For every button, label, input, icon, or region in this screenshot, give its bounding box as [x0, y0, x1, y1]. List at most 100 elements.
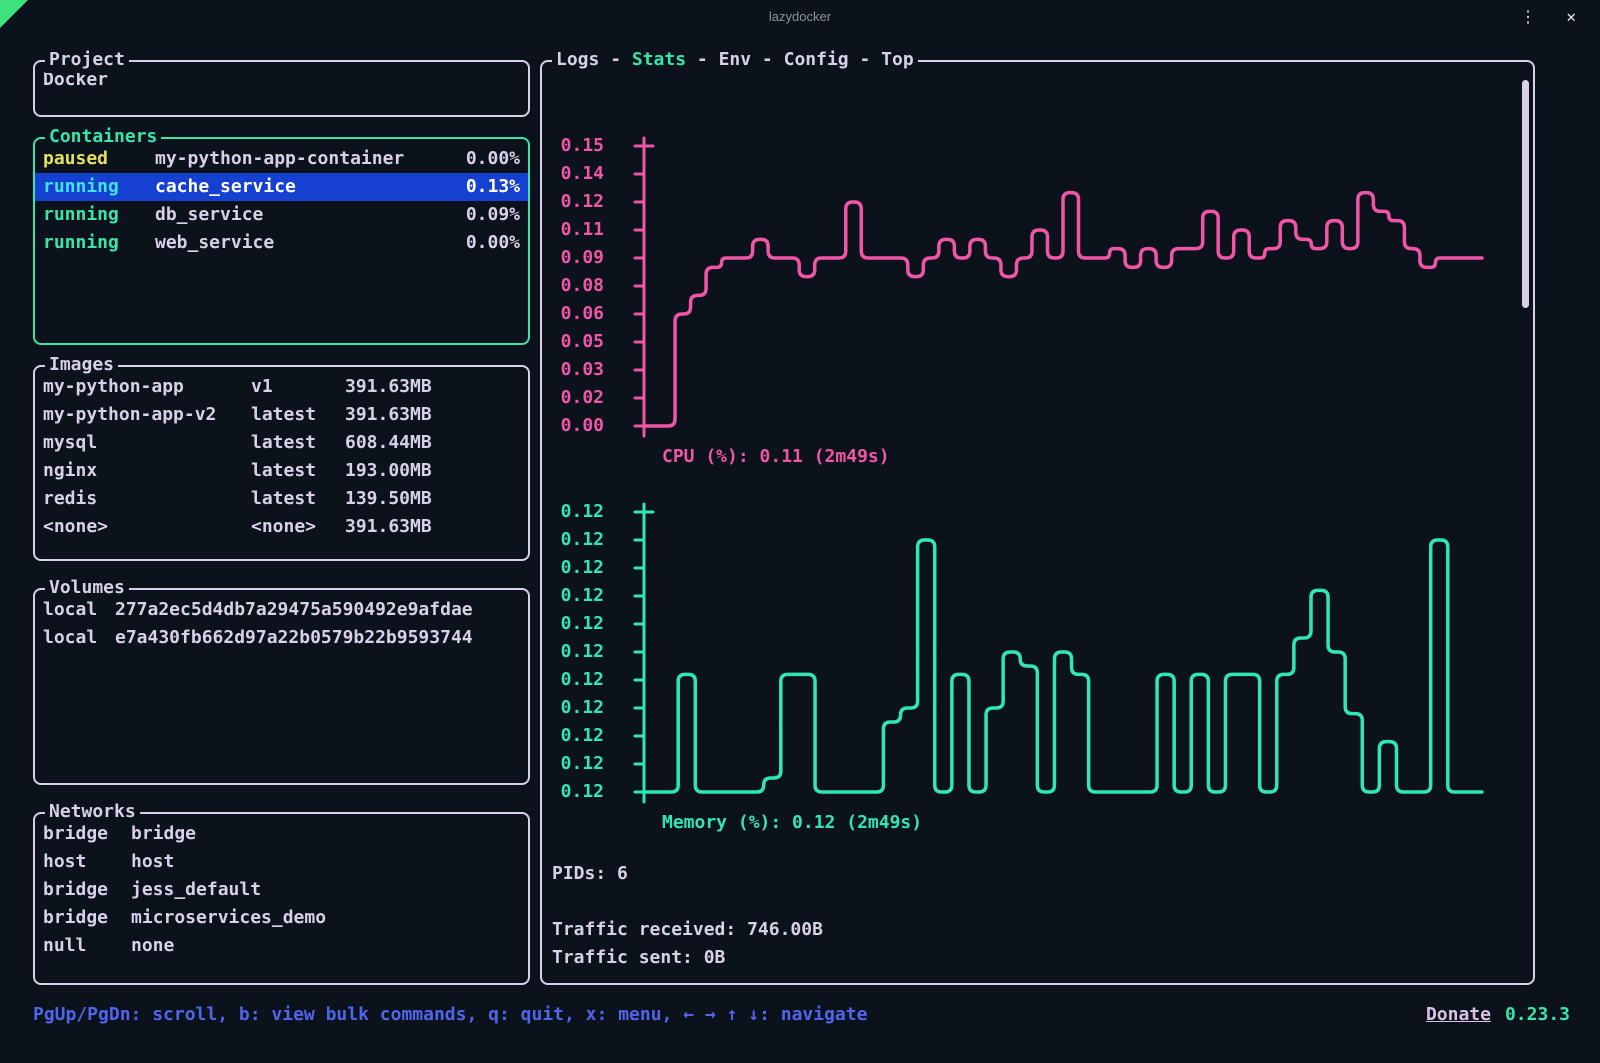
tab: Logs	[556, 47, 599, 73]
close-icon[interactable]: ✕	[1566, 0, 1576, 33]
y-axis-tick-label: 0.12	[561, 554, 604, 582]
tab-separator: -	[751, 47, 784, 73]
container-status: running	[43, 173, 155, 201]
y-axis-tick-label: 0.12	[561, 750, 604, 778]
networks-panel-title: Networks	[45, 799, 140, 825]
y-axis-tick-label: 0.06	[561, 300, 604, 328]
y-axis-tick-label: 0.12	[561, 778, 604, 806]
image-name: redis	[43, 485, 251, 513]
titlebar: lazydocker ⋮ ✕	[0, 0, 1600, 33]
container-status: running	[43, 229, 155, 257]
network-name: host	[131, 848, 520, 876]
tab-label[interactable]: Config	[784, 47, 849, 73]
y-axis-tick-label: 0.09	[561, 244, 604, 272]
tab-label[interactable]: Env	[719, 47, 752, 73]
image-name: mysql	[43, 429, 251, 457]
y-axis-tick-label: 0.03	[561, 356, 604, 384]
image-row[interactable]: redis latest 139.50MB	[35, 485, 528, 513]
tab-label[interactable]: Stats	[632, 47, 686, 73]
volumes-panel-title: Volumes	[45, 575, 129, 601]
containers-panel: Containers paused my-python-app-containe…	[33, 137, 530, 345]
image-size: 391.63MB	[345, 513, 432, 541]
tab-label[interactable]: Top	[881, 47, 914, 73]
container-name: web_service	[155, 229, 466, 257]
images-panel-title: Images	[45, 352, 118, 378]
project-panel: Project Docker	[33, 60, 530, 117]
kebab-menu-icon[interactable]: ⋮	[1520, 0, 1536, 33]
project-panel-title: Project	[45, 47, 129, 73]
y-axis-tick-label: 0.12	[561, 694, 604, 722]
tab: - Env	[686, 47, 751, 73]
image-size: 391.63MB	[345, 401, 432, 429]
image-size: 139.50MB	[345, 485, 432, 513]
y-axis-tick-label: 0.12	[561, 638, 604, 666]
y-axis-tick-label: 0.12	[561, 666, 604, 694]
image-row[interactable]: my-python-app-v2 latest 391.63MB	[35, 401, 528, 429]
network-driver: bridge	[43, 904, 131, 932]
image-tag: latest	[251, 457, 345, 485]
container-name: cache_service	[155, 173, 466, 201]
network-name: microservices_demo	[131, 904, 520, 932]
image-tag: v1	[251, 373, 345, 401]
image-row[interactable]: nginx latest 193.00MB	[35, 457, 528, 485]
memory-chart-svg	[610, 500, 1490, 810]
y-axis-tick-label: 0.12	[561, 526, 604, 554]
network-row[interactable]: bridge jess_default	[35, 876, 528, 904]
image-tag: latest	[251, 401, 345, 429]
containers-panel-title: Containers	[45, 124, 161, 150]
volume-name: e7a430fb662d97a22b0579b22b9593744	[115, 624, 520, 652]
image-size: 608.44MB	[345, 429, 432, 457]
container-cpu-percent: 0.00%	[466, 229, 520, 257]
volumes-panel: Volumes local 277a2ec5d4db7a29475a590492…	[33, 588, 530, 785]
memory-chart-caption: Memory (%): 0.12 (2m49s)	[662, 812, 922, 833]
image-row[interactable]: mysql latest 608.44MB	[35, 429, 528, 457]
networks-list: bridge bridge host host bridge jess_defa…	[35, 814, 528, 960]
container-row[interactable]: running web_service 0.00%	[35, 229, 528, 257]
container-status: running	[43, 201, 155, 229]
network-row[interactable]: host host	[35, 848, 528, 876]
container-name: db_service	[155, 201, 466, 229]
images-list: my-python-app v1 391.63MB my-python-app-…	[35, 367, 528, 541]
y-axis-tick-label: 0.12	[561, 610, 604, 638]
tab-separator: -	[849, 47, 882, 73]
image-size: 193.00MB	[345, 457, 432, 485]
y-axis-tick-label: 0.15	[561, 132, 604, 160]
image-tag: <none>	[251, 513, 345, 541]
container-row[interactable]: running cache_service 0.13%	[35, 173, 528, 201]
y-axis-tick-label: 0.12	[561, 188, 604, 216]
cpu-yticks: 0.150.140.120.110.090.080.060.050.030.02…	[548, 134, 604, 444]
y-axis-tick-label: 0.08	[561, 272, 604, 300]
volume-name: 277a2ec5d4db7a29475a590492e9afdae	[115, 596, 520, 624]
network-row[interactable]: null none	[35, 932, 528, 960]
container-cpu-percent: 0.09%	[466, 201, 520, 229]
tab-separator: -	[686, 47, 719, 73]
volume-row[interactable]: local e7a430fb662d97a22b0579b22b9593744	[35, 624, 528, 652]
container-name: my-python-app-container	[155, 145, 466, 173]
y-axis-tick-label: 0.12	[561, 722, 604, 750]
container-row[interactable]: running db_service 0.09%	[35, 201, 528, 229]
stats-panel: Logs - Stats - Env - Config - Top	[540, 60, 1535, 985]
network-row[interactable]: bridge microservices_demo	[35, 904, 528, 932]
y-axis-tick-label: 0.00	[561, 412, 604, 440]
keybindings-hint: PgUp/PgDn: scroll, b: view bulk commands…	[33, 1001, 867, 1029]
tab: - Config	[751, 47, 849, 73]
network-driver: host	[43, 848, 131, 876]
tab-label[interactable]: Logs	[556, 47, 599, 73]
image-tag: latest	[251, 429, 345, 457]
image-name: my-python-app-v2	[43, 401, 251, 429]
y-axis-tick-label: 0.14	[561, 160, 604, 188]
donate-link[interactable]: Donate	[1426, 1001, 1491, 1029]
containers-list: paused my-python-app-container 0.00% run…	[35, 139, 528, 257]
scrollbar-thumb[interactable]	[1522, 80, 1529, 308]
image-tag: latest	[251, 485, 345, 513]
image-row[interactable]: <none> <none> 391.63MB	[35, 513, 528, 541]
tab: - Stats	[599, 47, 686, 73]
image-name: <none>	[43, 513, 251, 541]
images-panel: Images my-python-app v1 391.63MB my-pyth…	[33, 365, 530, 561]
network-driver: bridge	[43, 876, 131, 904]
volume-driver: local	[43, 624, 115, 652]
tab-separator: -	[599, 47, 632, 73]
y-axis-tick-label: 0.12	[561, 582, 604, 610]
cpu-chart: 0.150.140.120.110.090.080.060.050.030.02…	[548, 134, 1490, 444]
memory-chart: 0.120.120.120.120.120.120.120.120.120.12…	[548, 500, 1490, 810]
